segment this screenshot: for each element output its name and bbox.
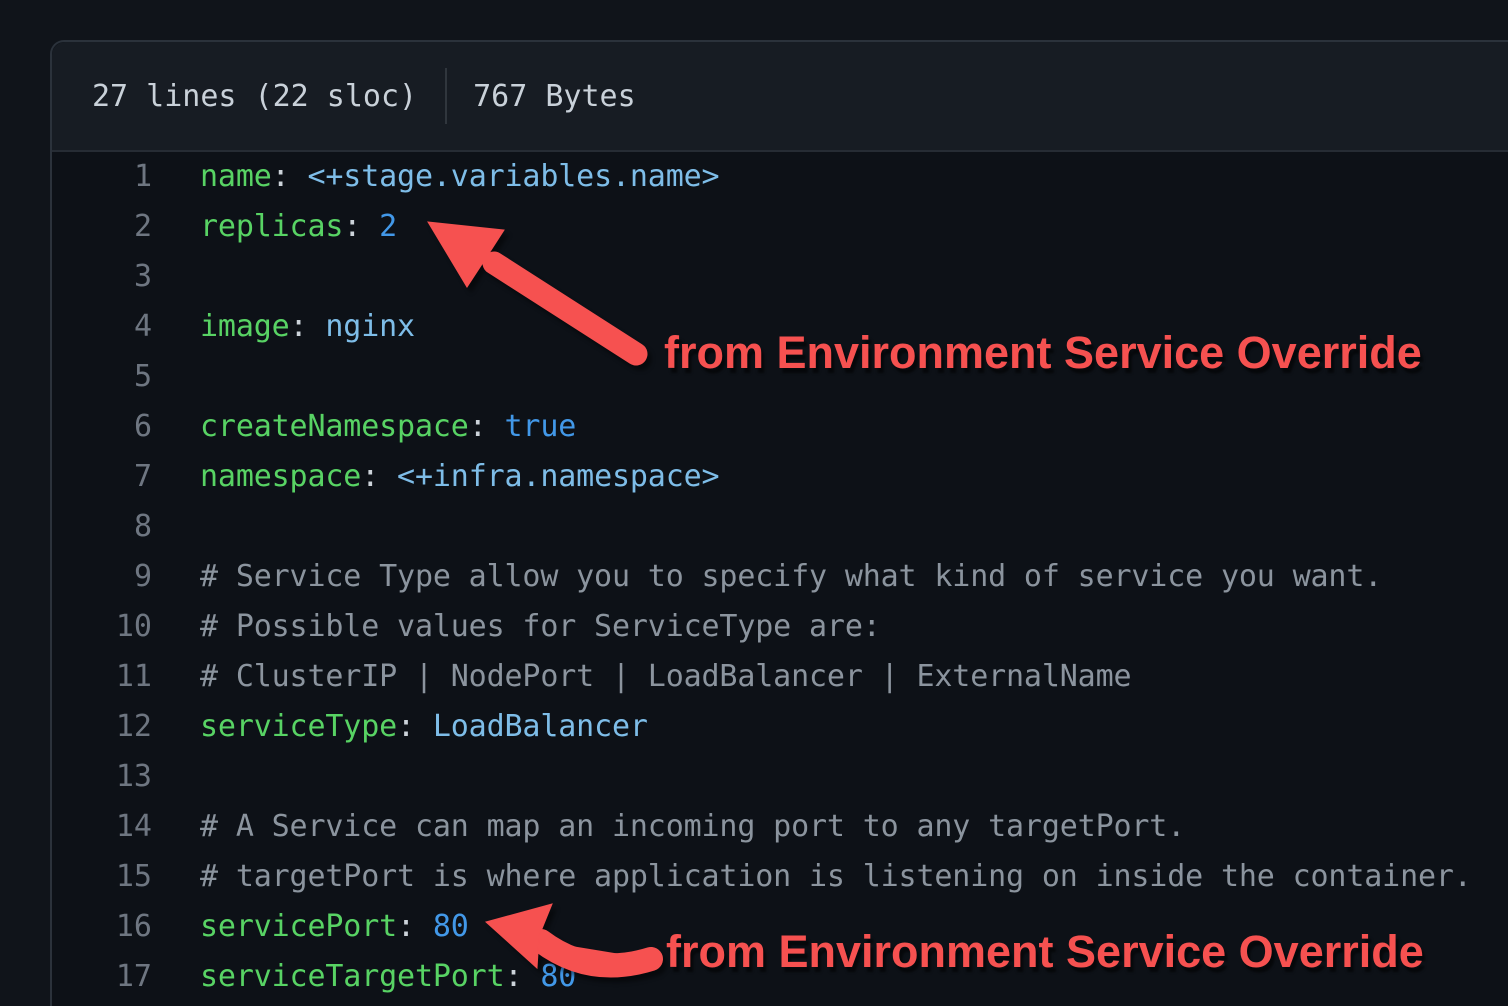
code-line: 13 — [52, 752, 1508, 802]
code-line-content: serviceType: LoadBalancer — [200, 702, 648, 752]
file-viewer-panel: 27 lines (22 sloc) 767 Bytes 1 name: <+st… — [50, 40, 1508, 1006]
code-token-punct: : — [343, 209, 379, 244]
code-token-literal: 2 — [379, 209, 397, 244]
code-line-content: # ClusterIP | NodePort | LoadBalancer | … — [200, 652, 1131, 702]
code-token-punct: : — [397, 709, 433, 744]
code-line: 8 — [52, 502, 1508, 552]
line-number[interactable]: 3 — [52, 252, 152, 302]
code-line-content: replicas: 2 — [200, 202, 397, 252]
code-token-comment: # Service Type allow you to specify what… — [200, 559, 1382, 594]
file-size-info: 767 Bytes — [473, 79, 636, 114]
code-token-comment: # A Service can map an incoming port to … — [200, 809, 1185, 844]
line-number[interactable]: 16 — [52, 902, 152, 952]
code-token-key: image — [200, 309, 290, 344]
code-token-punct: : — [290, 309, 326, 344]
annotation-text-service-port: from Environment Service Override — [666, 926, 1424, 978]
line-number[interactable]: 4 — [52, 302, 152, 352]
code-token-comment: # Possible values for ServiceType are: — [200, 609, 881, 644]
code-line: 1 name: <+stage.variables.name> — [52, 152, 1508, 202]
line-number[interactable]: 6 — [52, 402, 152, 452]
code-token-literal: 80 — [540, 959, 576, 994]
code-token-key: namespace — [200, 459, 361, 494]
line-number[interactable]: 8 — [52, 502, 152, 552]
code-token-string: LoadBalancer — [433, 709, 648, 744]
code-line: 2replicas: 2 — [52, 202, 1508, 252]
line-number[interactable]: 5 — [52, 352, 152, 402]
code-line-content: # targetPort is where application is lis… — [200, 852, 1472, 902]
line-number[interactable]: 12 — [52, 702, 152, 752]
line-number[interactable]: 9 — [52, 552, 152, 602]
code-token-literal: true — [505, 409, 577, 444]
code-token-comment: # targetPort is where application is lis… — [200, 859, 1472, 894]
header-divider — [445, 68, 447, 124]
code-token-key: replicas — [200, 209, 343, 244]
code-line: 10 # Possible values for ServiceType are: — [52, 602, 1508, 652]
line-number[interactable]: 14 — [52, 802, 152, 852]
code-line: 7 namespace: <+infra.namespace> — [52, 452, 1508, 502]
code-token-string: nginx — [325, 309, 415, 344]
code-token-punct: : — [272, 159, 308, 194]
code-line: 14 # A Service can map an incoming port t… — [52, 802, 1508, 852]
code-line-content: createNamespace: true — [200, 402, 576, 452]
code-line: 15 # targetPort is where application is l… — [52, 852, 1508, 902]
code-line-content: namespace: <+infra.namespace> — [200, 452, 719, 502]
code-line-content: serviceTargetPort: 80 — [200, 952, 576, 1002]
line-number[interactable]: 15 — [52, 852, 152, 902]
code-token-key: createNamespace — [200, 409, 469, 444]
code-token-punct: : — [361, 459, 397, 494]
line-number[interactable]: 13 — [52, 752, 152, 802]
line-number[interactable]: 11 — [52, 652, 152, 702]
code-line: 3 — [52, 252, 1508, 302]
code-token-punct: : — [469, 409, 505, 444]
file-header-bar: 27 lines (22 sloc) 767 Bytes — [52, 42, 1508, 152]
code-token-literal: 80 — [433, 909, 469, 944]
code-token-string: <+stage.variables.name> — [307, 159, 719, 194]
code-token-key: servicePort — [200, 909, 397, 944]
line-number[interactable]: 2 — [52, 202, 152, 252]
line-number[interactable]: 10 — [52, 602, 152, 652]
line-number[interactable]: 1 — [52, 152, 152, 202]
code-line-content: image: nginx — [200, 302, 415, 352]
code-token-key: name — [200, 159, 272, 194]
code-token-key: serviceType — [200, 709, 397, 744]
code-token-string: <+infra.namespace> — [397, 459, 719, 494]
code-line: 9 # Service Type allow you to specify wha… — [52, 552, 1508, 602]
code-blob: 1name: <+stage.variables.name>2replicas:… — [52, 152, 1508, 1002]
code-line-content: servicePort: 80 — [200, 902, 469, 952]
code-line-content: # A Service can map an incoming port to … — [200, 802, 1185, 852]
page-background: 27 lines (22 sloc) 767 Bytes 1 name: <+st… — [0, 0, 1508, 1006]
annotation-text-replicas: from Environment Service Override — [664, 327, 1422, 379]
code-token-comment: # ClusterIP | NodePort | LoadBalancer | … — [200, 659, 1131, 694]
code-line-content: # Possible values for ServiceType are: — [200, 602, 881, 652]
code-token-key: serviceTargetPort — [200, 959, 505, 994]
line-number[interactable]: 7 — [52, 452, 152, 502]
line-number[interactable]: 17 — [52, 952, 152, 1002]
code-line-content: name: <+stage.variables.name> — [200, 152, 719, 202]
code-line: 6 createNamespace: true — [52, 402, 1508, 452]
code-line: 12 serviceType: LoadBalancer — [52, 702, 1508, 752]
code-token-punct: : — [397, 909, 433, 944]
code-line-content: # Service Type allow you to specify what… — [200, 552, 1382, 602]
file-lines-info: 27 lines (22 sloc) — [92, 79, 417, 114]
code-token-punct: : — [505, 959, 541, 994]
code-line: 11 # ClusterIP | NodePort | LoadBalancer … — [52, 652, 1508, 702]
